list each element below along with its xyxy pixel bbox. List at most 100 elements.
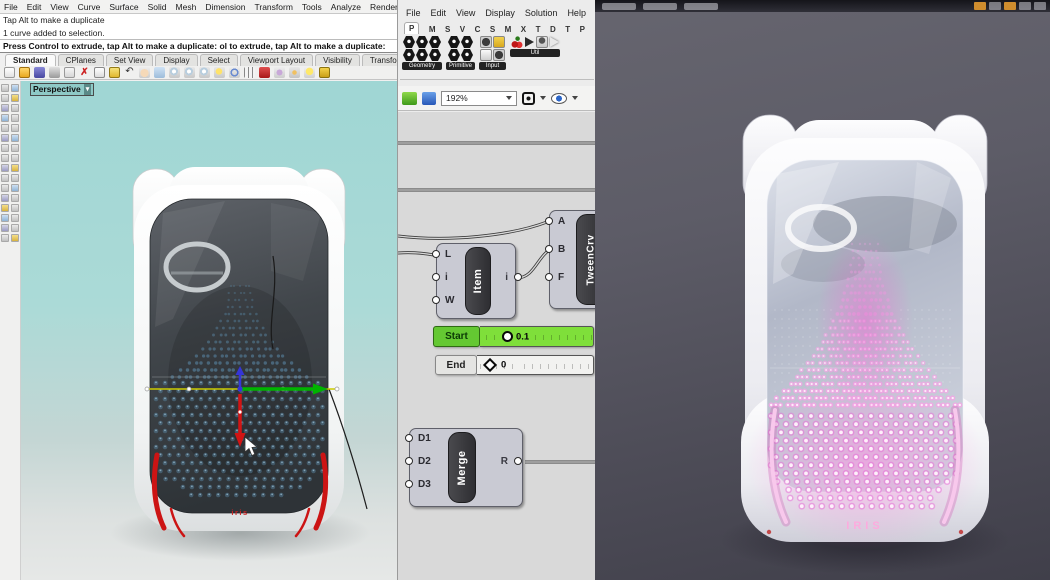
sidebar-tool-icon[interactable]: [1, 114, 9, 122]
sidebar-tool-icon[interactable]: [1, 154, 9, 162]
sidebar-tool-icon[interactable]: [1, 194, 9, 202]
toolbar-tab[interactable]: Display: [155, 54, 197, 66]
menu-item[interactable]: Analyze: [331, 2, 361, 12]
print-icon[interactable]: [49, 67, 60, 78]
menu-item[interactable]: Help: [567, 8, 586, 18]
menu-item[interactable]: File: [4, 2, 18, 12]
component-tab[interactable]: M: [505, 25, 512, 34]
arrow-right-icon[interactable]: [550, 37, 559, 47]
component-icon[interactable]: [493, 36, 505, 48]
sidebar-tool-icon[interactable]: [11, 214, 19, 222]
menu-item[interactable]: Mesh: [176, 2, 197, 12]
component-tab[interactable]: P: [580, 25, 585, 34]
rotate-view-icon[interactable]: [229, 67, 240, 78]
toolbar-tab[interactable]: Set View: [106, 54, 153, 66]
sidebar-tool-icon[interactable]: [11, 154, 19, 162]
menu-item[interactable]: Surface: [109, 2, 138, 12]
sidebar-tool-icon[interactable]: [1, 174, 9, 182]
sidebar-tool-icon[interactable]: [1, 84, 9, 92]
sidebar-tool-icon[interactable]: [1, 94, 9, 102]
input-port-B[interactable]: B: [558, 244, 565, 255]
grasshopper-canvas[interactable]: L i W Item i A B F TweenCrv Start: [398, 112, 596, 580]
copy-icon[interactable]: [94, 67, 105, 78]
menu-item[interactable]: Solution: [525, 8, 558, 18]
toolbar-tab[interactable]: Visibility: [315, 54, 360, 66]
menu-item[interactable]: Display: [485, 8, 515, 18]
sidebar-tool-icon[interactable]: [11, 164, 19, 172]
menu-item[interactable]: Edit: [431, 8, 447, 18]
sidebar-tool-icon[interactable]: [1, 214, 9, 222]
start-slider[interactable]: Start 0.1: [433, 326, 594, 347]
sidebar-tool-icon[interactable]: [1, 164, 9, 172]
toolbar-tab[interactable]: Select: [200, 54, 238, 66]
end-slider-knob[interactable]: [483, 358, 497, 372]
end-slider[interactable]: End 0: [435, 355, 594, 375]
sidebar-tool-icon[interactable]: [1, 184, 9, 192]
sidebar-tool-icon[interactable]: [11, 144, 19, 152]
sidebar-tool-icon[interactable]: [11, 234, 19, 242]
sidebar-tool-icon[interactable]: [11, 224, 19, 232]
wire[interactable]: [398, 222, 547, 238]
component-tab[interactable]: X: [521, 25, 526, 34]
component-icon[interactable]: [448, 36, 460, 48]
lamp-icon[interactable]: [304, 67, 315, 78]
input-port-W[interactable]: W: [445, 295, 454, 306]
input-port-D1[interactable]: D1: [418, 433, 431, 444]
component-icon[interactable]: [429, 49, 441, 61]
topbar-button[interactable]: [1004, 2, 1016, 10]
input-port-F[interactable]: F: [558, 272, 564, 283]
save-icon[interactable]: [34, 67, 45, 78]
menu-item[interactable]: Tools: [302, 2, 322, 12]
rhino-car-model[interactable]: iris: [21, 81, 397, 580]
component-tab[interactable]: S: [445, 25, 450, 34]
preview-icon[interactable]: [551, 93, 567, 104]
item-component-capsule[interactable]: Item: [465, 247, 491, 315]
component-tab[interactable]: T: [565, 25, 570, 34]
topbar-button[interactable]: [989, 2, 1001, 10]
menu-item[interactable]: View: [50, 2, 68, 12]
merge-component-capsule[interactable]: Merge: [448, 432, 476, 503]
clipboard-icon[interactable]: [64, 67, 75, 78]
sidebar-tool-icon[interactable]: [1, 144, 9, 152]
menu-item[interactable]: Solid: [148, 2, 167, 12]
component-tab[interactable]: V: [460, 25, 465, 34]
menu-item[interactable]: Curve: [78, 2, 101, 12]
new-file-icon[interactable]: [4, 67, 15, 78]
menu-item[interactable]: Dimension: [205, 2, 245, 12]
component-icon[interactable]: [403, 36, 415, 48]
zoom-level-select[interactable]: 192%: [441, 91, 517, 106]
sidebar-tool-icon[interactable]: [11, 84, 19, 92]
arrow-right-icon[interactable]: [525, 37, 534, 47]
component-tab[interactable]: T: [536, 25, 541, 34]
sidebar-tool-icon[interactable]: [11, 194, 19, 202]
pan-icon[interactable]: [139, 67, 150, 78]
menu-item[interactable]: Edit: [27, 2, 42, 12]
palette-group-label[interactable]: Geometry: [402, 62, 442, 70]
sidebar-tool-icon[interactable]: [11, 184, 19, 192]
end-slider-label[interactable]: End: [435, 355, 477, 375]
component-icon[interactable]: [480, 49, 492, 61]
component-tab[interactable]: D: [550, 25, 556, 34]
perspective-viewport[interactable]: Perspective ▾: [21, 81, 397, 580]
sidebar-tool-icon[interactable]: [1, 124, 9, 132]
sidebar-tool-icon[interactable]: [11, 174, 19, 182]
component-icon[interactable]: [493, 49, 505, 61]
sidebar-tool-icon[interactable]: [1, 224, 9, 232]
topbar-button[interactable]: [643, 3, 677, 10]
toolbar-tab[interactable]: Standard: [5, 54, 56, 66]
delete-icon[interactable]: ✗: [79, 67, 90, 78]
menu-item[interactable]: File: [406, 8, 421, 18]
display-mode-icon[interactable]: [274, 67, 285, 78]
palette-group-label[interactable]: Input: [479, 62, 506, 70]
component-icon[interactable]: [416, 36, 428, 48]
toolbar-tab[interactable]: CPlanes: [58, 54, 104, 66]
named-view-icon[interactable]: [259, 67, 270, 78]
component-tab[interactable]: P: [404, 22, 419, 34]
topbar-button[interactable]: [974, 2, 986, 10]
tweencrv-component-capsule[interactable]: TweenCrv: [576, 214, 596, 305]
component-tab[interactable]: M: [429, 25, 436, 34]
output-port-R[interactable]: R: [501, 456, 508, 467]
sidebar-tool-icon[interactable]: [11, 204, 19, 212]
osnap-icon[interactable]: [289, 67, 300, 78]
output-port-i[interactable]: i: [505, 272, 508, 283]
